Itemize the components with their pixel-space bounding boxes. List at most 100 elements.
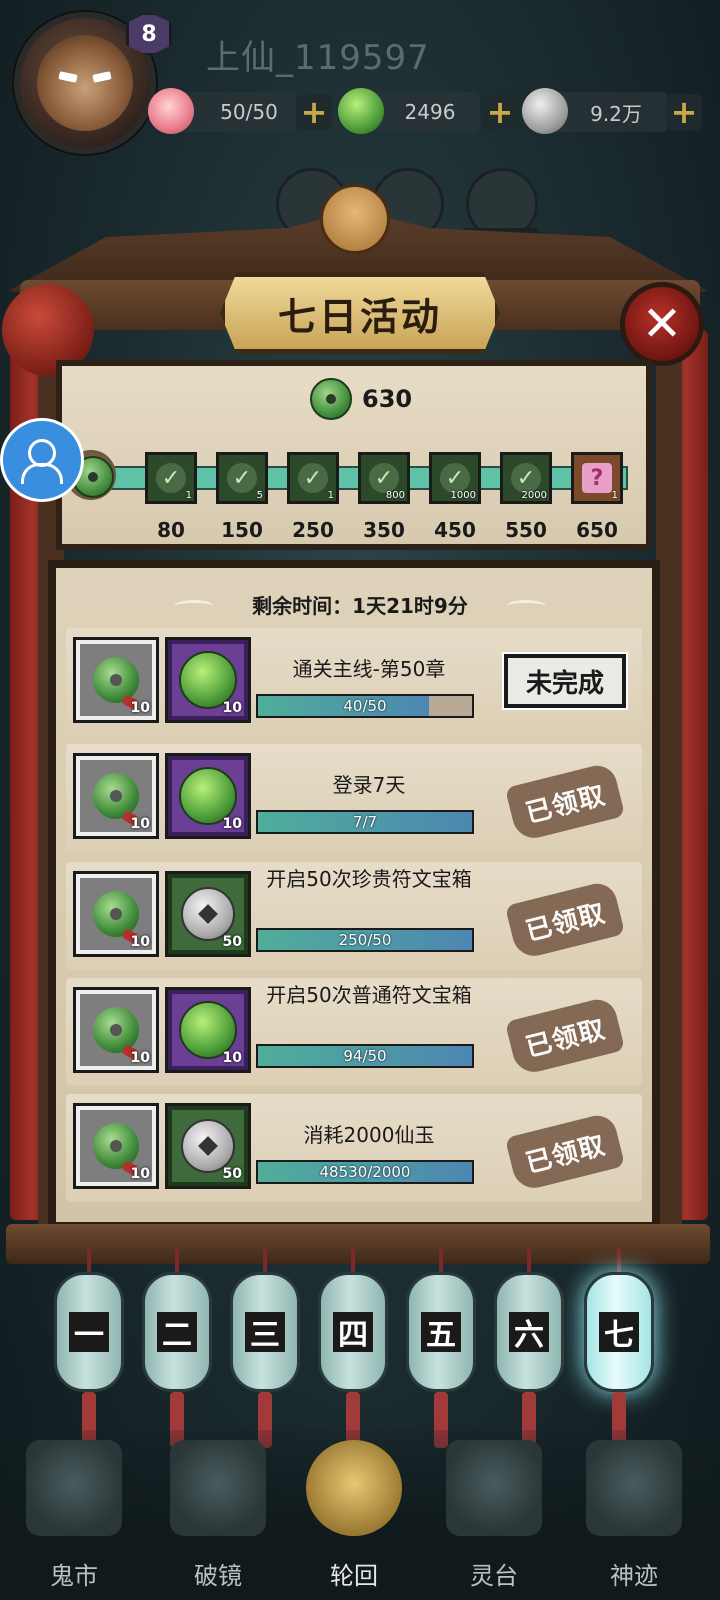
reward-count: 10 bbox=[222, 816, 242, 832]
lantern-string bbox=[617, 1248, 621, 1274]
task-progress-bar: 7/7 bbox=[256, 810, 474, 834]
yin-yang-icon bbox=[306, 1440, 402, 1536]
nav-item[interactable]: 轮回 bbox=[294, 1440, 414, 1600]
claimed-check-icon: ✓ bbox=[511, 463, 541, 493]
day-tab-lantern[interactable]: 六 bbox=[494, 1272, 564, 1392]
lantern-string bbox=[175, 1248, 179, 1274]
milestone-reward[interactable]: ✓ 5 bbox=[216, 452, 268, 504]
nav-item[interactable]: 神迹 bbox=[574, 1440, 694, 1600]
milestone-reward[interactable]: ✓ 1 bbox=[287, 452, 339, 504]
day-tab-lantern[interactable]: 七 bbox=[584, 1272, 654, 1392]
milestone-reward[interactable]: ? 1 bbox=[571, 452, 623, 504]
milestone-threshold: 150 bbox=[221, 518, 263, 542]
task-progress-bar: 94/50 bbox=[256, 1044, 474, 1068]
milestone-threshold: 80 bbox=[157, 518, 185, 542]
reward-item[interactable]: 10 bbox=[73, 637, 159, 723]
milestone-threshold: 250 bbox=[292, 518, 334, 542]
task-claimed-stamp: 已领取 bbox=[504, 879, 626, 961]
milestone-threshold: 350 bbox=[363, 518, 405, 542]
day-tab-label: 三 bbox=[245, 1312, 285, 1353]
monkey-king-portrait-icon bbox=[37, 35, 133, 131]
task-title: 消耗2000仙玉 bbox=[303, 1123, 435, 1147]
panel-title-plaque: 七日活动 bbox=[220, 272, 500, 354]
task-title: 通关主线-第50章 bbox=[292, 657, 446, 681]
reward-count: 10 bbox=[130, 1050, 150, 1066]
nav-label: 神迹 bbox=[610, 1562, 658, 1590]
reward-count: 50 bbox=[222, 934, 242, 950]
claimed-check-icon: ✓ bbox=[156, 463, 186, 493]
reward-item[interactable]: 10 bbox=[73, 987, 159, 1073]
milestone-threshold: 450 bbox=[434, 518, 476, 542]
reward-item[interactable]: 50 bbox=[165, 1103, 251, 1189]
day-tab-lantern[interactable]: 一 bbox=[54, 1272, 124, 1392]
milestone-reward[interactable]: ✓ 2000 bbox=[500, 452, 552, 504]
reward-item[interactable]: 10 bbox=[165, 987, 251, 1073]
claimed-check-icon: ✓ bbox=[440, 463, 470, 493]
milestone-reward-count: 1000 bbox=[450, 490, 476, 501]
task-incomplete-button[interactable]: 未完成 bbox=[502, 652, 628, 710]
remaining-time: 剩余时间：1天21时9分 bbox=[252, 594, 468, 618]
cloud-ornament-right bbox=[506, 600, 546, 613]
reward-item[interactable]: 10 bbox=[73, 1103, 159, 1189]
task-row: 10 10 登录7天 7/7 已领取 bbox=[66, 744, 642, 852]
jade-pendant-icon bbox=[93, 1007, 139, 1053]
task-progress-text: 94/50 bbox=[343, 1047, 387, 1065]
add-jade-token-button[interactable]: + bbox=[482, 94, 518, 130]
broken-mirror-icon bbox=[170, 1440, 266, 1536]
nav-item[interactable]: 破镜 bbox=[158, 1440, 278, 1600]
reward-item[interactable]: 10 bbox=[73, 871, 159, 957]
day-tab-lantern[interactable]: 五 bbox=[406, 1272, 476, 1392]
mystery-card-icon: ? bbox=[582, 463, 612, 493]
task-title: 开启50次珍贵符文宝箱 bbox=[266, 867, 472, 891]
task-progress-bar: 40/50 bbox=[256, 694, 474, 718]
reward-count: 50 bbox=[222, 1166, 242, 1182]
spirit-platform-icon bbox=[446, 1440, 542, 1536]
nav-item[interactable]: 灵台 bbox=[434, 1440, 554, 1600]
lock-ornament-icon bbox=[320, 184, 390, 254]
divine-relic-icon bbox=[586, 1440, 682, 1536]
claimed-check-icon: ✓ bbox=[227, 463, 257, 493]
plus-icon: + bbox=[300, 93, 328, 131]
points-value: 630 bbox=[362, 385, 413, 413]
milestone-reward[interactable]: ✓ 800 bbox=[358, 452, 410, 504]
task-title: 开启50次普通符文宝箱 bbox=[266, 983, 472, 1007]
reward-item[interactable]: 10 bbox=[73, 753, 159, 839]
milestone-reward-count: 2000 bbox=[521, 490, 547, 501]
milestone-reward[interactable]: ✓ 1 bbox=[145, 452, 197, 504]
stamina-value: 50/50 bbox=[220, 100, 278, 124]
add-stamina-button[interactable]: + bbox=[296, 94, 332, 130]
milestone-reward-count: 5 bbox=[256, 490, 263, 501]
panel-bottom-beam bbox=[6, 1224, 710, 1264]
day-tab-lantern[interactable]: 三 bbox=[230, 1272, 300, 1392]
reward-item[interactable]: 10 bbox=[165, 753, 251, 839]
jade-pendant-icon bbox=[93, 773, 139, 819]
milestone-reward-count: 1 bbox=[327, 490, 334, 501]
silver-coin-icon bbox=[522, 88, 568, 134]
close-icon: ✕ bbox=[641, 296, 683, 352]
day-tab-label: 二 bbox=[157, 1312, 197, 1353]
task-title: 登录7天 bbox=[332, 773, 406, 797]
task-claimed-stamp: 已领取 bbox=[504, 1111, 626, 1193]
reward-item[interactable]: 50 bbox=[165, 871, 251, 957]
task-progress-text: 48530/2000 bbox=[319, 1163, 411, 1181]
floating-user-button[interactable] bbox=[0, 418, 84, 502]
day-tab-label: 六 bbox=[509, 1312, 549, 1353]
close-button[interactable]: ✕ bbox=[620, 282, 704, 366]
silver-coin-icon bbox=[181, 887, 235, 941]
milestone-reward-count: 1 bbox=[611, 490, 618, 501]
task-progress-text: 40/50 bbox=[343, 697, 387, 715]
nav-item[interactable]: 鬼市 bbox=[14, 1440, 134, 1600]
day-tab-lantern[interactable]: 四 bbox=[318, 1272, 388, 1392]
claimed-check-icon: ✓ bbox=[298, 463, 328, 493]
peach-icon bbox=[148, 88, 194, 134]
task-row: 10 50 消耗2000仙玉 48530/2000 已领取 bbox=[66, 1094, 642, 1202]
lantern-string bbox=[527, 1248, 531, 1274]
milestone-reward-count: 800 bbox=[385, 490, 405, 501]
jade-pendant-icon bbox=[93, 657, 139, 703]
plus-icon: + bbox=[670, 93, 698, 131]
reward-item[interactable]: 10 bbox=[165, 637, 251, 723]
day-tab-lantern[interactable]: 二 bbox=[142, 1272, 212, 1392]
add-silver-coin-button[interactable]: + bbox=[666, 94, 702, 130]
task-row: 10 50 开启50次珍贵符文宝箱 250/50 已领取 bbox=[66, 862, 642, 970]
milestone-reward[interactable]: ✓ 1000 bbox=[429, 452, 481, 504]
